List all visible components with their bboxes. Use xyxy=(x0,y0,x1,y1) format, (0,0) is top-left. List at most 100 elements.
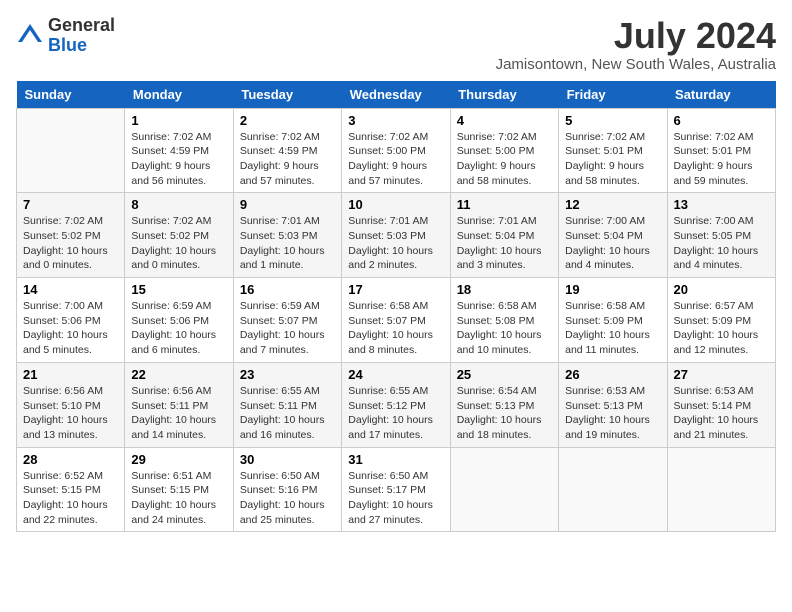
header-wednesday: Wednesday xyxy=(342,81,450,109)
calendar-cell: 24 Sunrise: 6:55 AMSunset: 5:12 PMDayligh… xyxy=(342,362,450,447)
calendar-cell: 28 Sunrise: 6:52 AMSunset: 5:15 PMDayligh… xyxy=(17,447,125,532)
calendar-cell: 8 Sunrise: 7:02 AMSunset: 5:02 PMDaylight… xyxy=(125,193,233,278)
calendar-cell: 5 Sunrise: 7:02 AMSunset: 5:01 PMDaylight… xyxy=(559,108,667,193)
logo-blue-text: Blue xyxy=(48,35,87,55)
day-number: 17 xyxy=(348,282,443,297)
calendar-cell: 13 Sunrise: 7:00 AMSunset: 5:05 PMDayligh… xyxy=(667,193,775,278)
day-info: Sunrise: 6:55 AMSunset: 5:11 PMDaylight:… xyxy=(240,384,335,443)
day-number: 10 xyxy=(348,197,443,212)
day-number: 27 xyxy=(674,367,769,382)
day-number: 1 xyxy=(131,113,226,128)
calendar-cell: 18Sunrise: 6:58 AMSunset: 5:08 PMDayligh… xyxy=(450,278,558,363)
day-info: Sunrise: 7:02 AMSunset: 5:02 PMDaylight:… xyxy=(23,214,118,273)
day-number: 3 xyxy=(348,113,443,128)
calendar-cell: 6 Sunrise: 7:02 AMSunset: 5:01 PMDaylight… xyxy=(667,108,775,193)
day-info: Sunrise: 7:02 AMSunset: 5:02 PMDaylight:… xyxy=(131,214,226,273)
day-number: 8 xyxy=(131,197,226,212)
day-number: 20 xyxy=(674,282,769,297)
day-info: Sunrise: 7:02 AMSunset: 5:01 PMDaylight:… xyxy=(565,130,660,189)
calendar-cell: 4Sunrise: 7:02 AMSunset: 5:00 PMDaylight… xyxy=(450,108,558,193)
calendar-cell: 29 Sunrise: 6:51 AMSunset: 5:15 PMDayligh… xyxy=(125,447,233,532)
day-info: Sunrise: 6:50 AMSunset: 5:16 PMDaylight:… xyxy=(240,469,335,528)
day-number: 29 xyxy=(131,452,226,467)
calendar-week-2: 7 Sunrise: 7:02 AMSunset: 5:02 PMDaylight… xyxy=(17,193,776,278)
day-info: Sunrise: 7:02 AMSunset: 4:59 PMDaylight:… xyxy=(131,130,226,189)
calendar-cell: 12 Sunrise: 7:00 AMSunset: 5:04 PMDayligh… xyxy=(559,193,667,278)
day-info: Sunrise: 6:53 AMSunset: 5:14 PMDaylight:… xyxy=(674,384,769,443)
calendar-cell: 10 Sunrise: 7:01 AMSunset: 5:03 PMDayligh… xyxy=(342,193,450,278)
day-number: 13 xyxy=(674,197,769,212)
calendar-header-row: SundayMondayTuesdayWednesdayThursdayFrid… xyxy=(17,81,776,109)
calendar-cell: 3 Sunrise: 7:02 AMSunset: 5:00 PMDaylight… xyxy=(342,108,450,193)
logo-text: General Blue xyxy=(48,16,115,56)
calendar-cell xyxy=(17,108,125,193)
month-title: July 2024 xyxy=(496,16,776,56)
day-number: 5 xyxy=(565,113,660,128)
calendar-week-1: 1 Sunrise: 7:02 AMSunset: 4:59 PMDaylight… xyxy=(17,108,776,193)
day-number: 31 xyxy=(348,452,443,467)
day-info: Sunrise: 6:56 AMSunset: 5:10 PMDaylight:… xyxy=(23,384,118,443)
day-number: 24 xyxy=(348,367,443,382)
day-info: Sunrise: 7:00 AMSunset: 5:04 PMDaylight:… xyxy=(565,214,660,273)
logo: General Blue xyxy=(16,16,115,56)
calendar-cell: 16 Sunrise: 6:59 AMSunset: 5:07 PMDayligh… xyxy=(233,278,341,363)
day-info: Sunrise: 7:02 AMSunset: 5:00 PMDaylight:… xyxy=(457,130,552,189)
header-friday: Friday xyxy=(559,81,667,109)
calendar-cell: 20 Sunrise: 6:57 AMSunset: 5:09 PMDayligh… xyxy=(667,278,775,363)
day-info: Sunrise: 6:59 AMSunset: 5:07 PMDaylight:… xyxy=(240,299,335,358)
calendar-cell: 31Sunrise: 6:50 AMSunset: 5:17 PMDayligh… xyxy=(342,447,450,532)
header-thursday: Thursday xyxy=(450,81,558,109)
header-saturday: Saturday xyxy=(667,81,775,109)
calendar-cell: 1 Sunrise: 7:02 AMSunset: 4:59 PMDaylight… xyxy=(125,108,233,193)
day-info: Sunrise: 7:00 AMSunset: 5:05 PMDaylight:… xyxy=(674,214,769,273)
day-info: Sunrise: 7:02 AMSunset: 5:01 PMDaylight:… xyxy=(674,130,769,189)
day-number: 26 xyxy=(565,367,660,382)
logo-icon xyxy=(16,22,44,50)
calendar-week-4: 21 Sunrise: 6:56 AMSunset: 5:10 PMDayligh… xyxy=(17,362,776,447)
day-number: 28 xyxy=(23,452,118,467)
calendar-cell: 11 Sunrise: 7:01 AMSunset: 5:04 PMDayligh… xyxy=(450,193,558,278)
day-info: Sunrise: 7:02 AMSunset: 4:59 PMDaylight:… xyxy=(240,130,335,189)
day-number: 14 xyxy=(23,282,118,297)
day-info: Sunrise: 6:55 AMSunset: 5:12 PMDaylight:… xyxy=(348,384,443,443)
day-number: 12 xyxy=(565,197,660,212)
calendar-cell: 26 Sunrise: 6:53 AMSunset: 5:13 PMDayligh… xyxy=(559,362,667,447)
title-area: July 2024 Jamisontown, New South Wales, … xyxy=(496,16,776,73)
calendar-cell: 19 Sunrise: 6:58 AMSunset: 5:09 PMDayligh… xyxy=(559,278,667,363)
day-number: 25 xyxy=(457,367,552,382)
header: General Blue July 2024 Jamisontown, New … xyxy=(16,16,776,73)
day-number: 22 xyxy=(131,367,226,382)
calendar-cell: 17Sunrise: 6:58 AMSunset: 5:07 PMDayligh… xyxy=(342,278,450,363)
calendar-cell: 15Sunrise: 6:59 AMSunset: 5:06 PMDayligh… xyxy=(125,278,233,363)
header-monday: Monday xyxy=(125,81,233,109)
header-tuesday: Tuesday xyxy=(233,81,341,109)
calendar-cell: 25 Sunrise: 6:54 AMSunset: 5:13 PMDayligh… xyxy=(450,362,558,447)
calendar-cell: 2Sunrise: 7:02 AMSunset: 4:59 PMDaylight… xyxy=(233,108,341,193)
day-info: Sunrise: 6:51 AMSunset: 5:15 PMDaylight:… xyxy=(131,469,226,528)
calendar-cell: 21 Sunrise: 6:56 AMSunset: 5:10 PMDayligh… xyxy=(17,362,125,447)
day-number: 16 xyxy=(240,282,335,297)
calendar-cell: 30 Sunrise: 6:50 AMSunset: 5:16 PMDayligh… xyxy=(233,447,341,532)
calendar-cell xyxy=(667,447,775,532)
day-info: Sunrise: 6:57 AMSunset: 5:09 PMDaylight:… xyxy=(674,299,769,358)
day-info: Sunrise: 7:02 AMSunset: 5:00 PMDaylight:… xyxy=(348,130,443,189)
day-info: Sunrise: 6:59 AMSunset: 5:06 PMDaylight:… xyxy=(131,299,226,358)
day-number: 21 xyxy=(23,367,118,382)
day-info: Sunrise: 7:01 AMSunset: 5:04 PMDaylight:… xyxy=(457,214,552,273)
day-number: 19 xyxy=(565,282,660,297)
day-number: 11 xyxy=(457,197,552,212)
day-number: 30 xyxy=(240,452,335,467)
day-info: Sunrise: 6:58 AMSunset: 5:09 PMDaylight:… xyxy=(565,299,660,358)
calendar-table: SundayMondayTuesdayWednesdayThursdayFrid… xyxy=(16,81,776,533)
day-info: Sunrise: 6:53 AMSunset: 5:13 PMDaylight:… xyxy=(565,384,660,443)
day-number: 6 xyxy=(674,113,769,128)
calendar-cell: 7 Sunrise: 7:02 AMSunset: 5:02 PMDaylight… xyxy=(17,193,125,278)
header-sunday: Sunday xyxy=(17,81,125,109)
day-info: Sunrise: 7:01 AMSunset: 5:03 PMDaylight:… xyxy=(348,214,443,273)
day-number: 7 xyxy=(23,197,118,212)
calendar-week-3: 14Sunrise: 7:00 AMSunset: 5:06 PMDayligh… xyxy=(17,278,776,363)
calendar-cell xyxy=(559,447,667,532)
day-info: Sunrise: 6:52 AMSunset: 5:15 PMDaylight:… xyxy=(23,469,118,528)
day-number: 18 xyxy=(457,282,552,297)
day-info: Sunrise: 6:54 AMSunset: 5:13 PMDaylight:… xyxy=(457,384,552,443)
